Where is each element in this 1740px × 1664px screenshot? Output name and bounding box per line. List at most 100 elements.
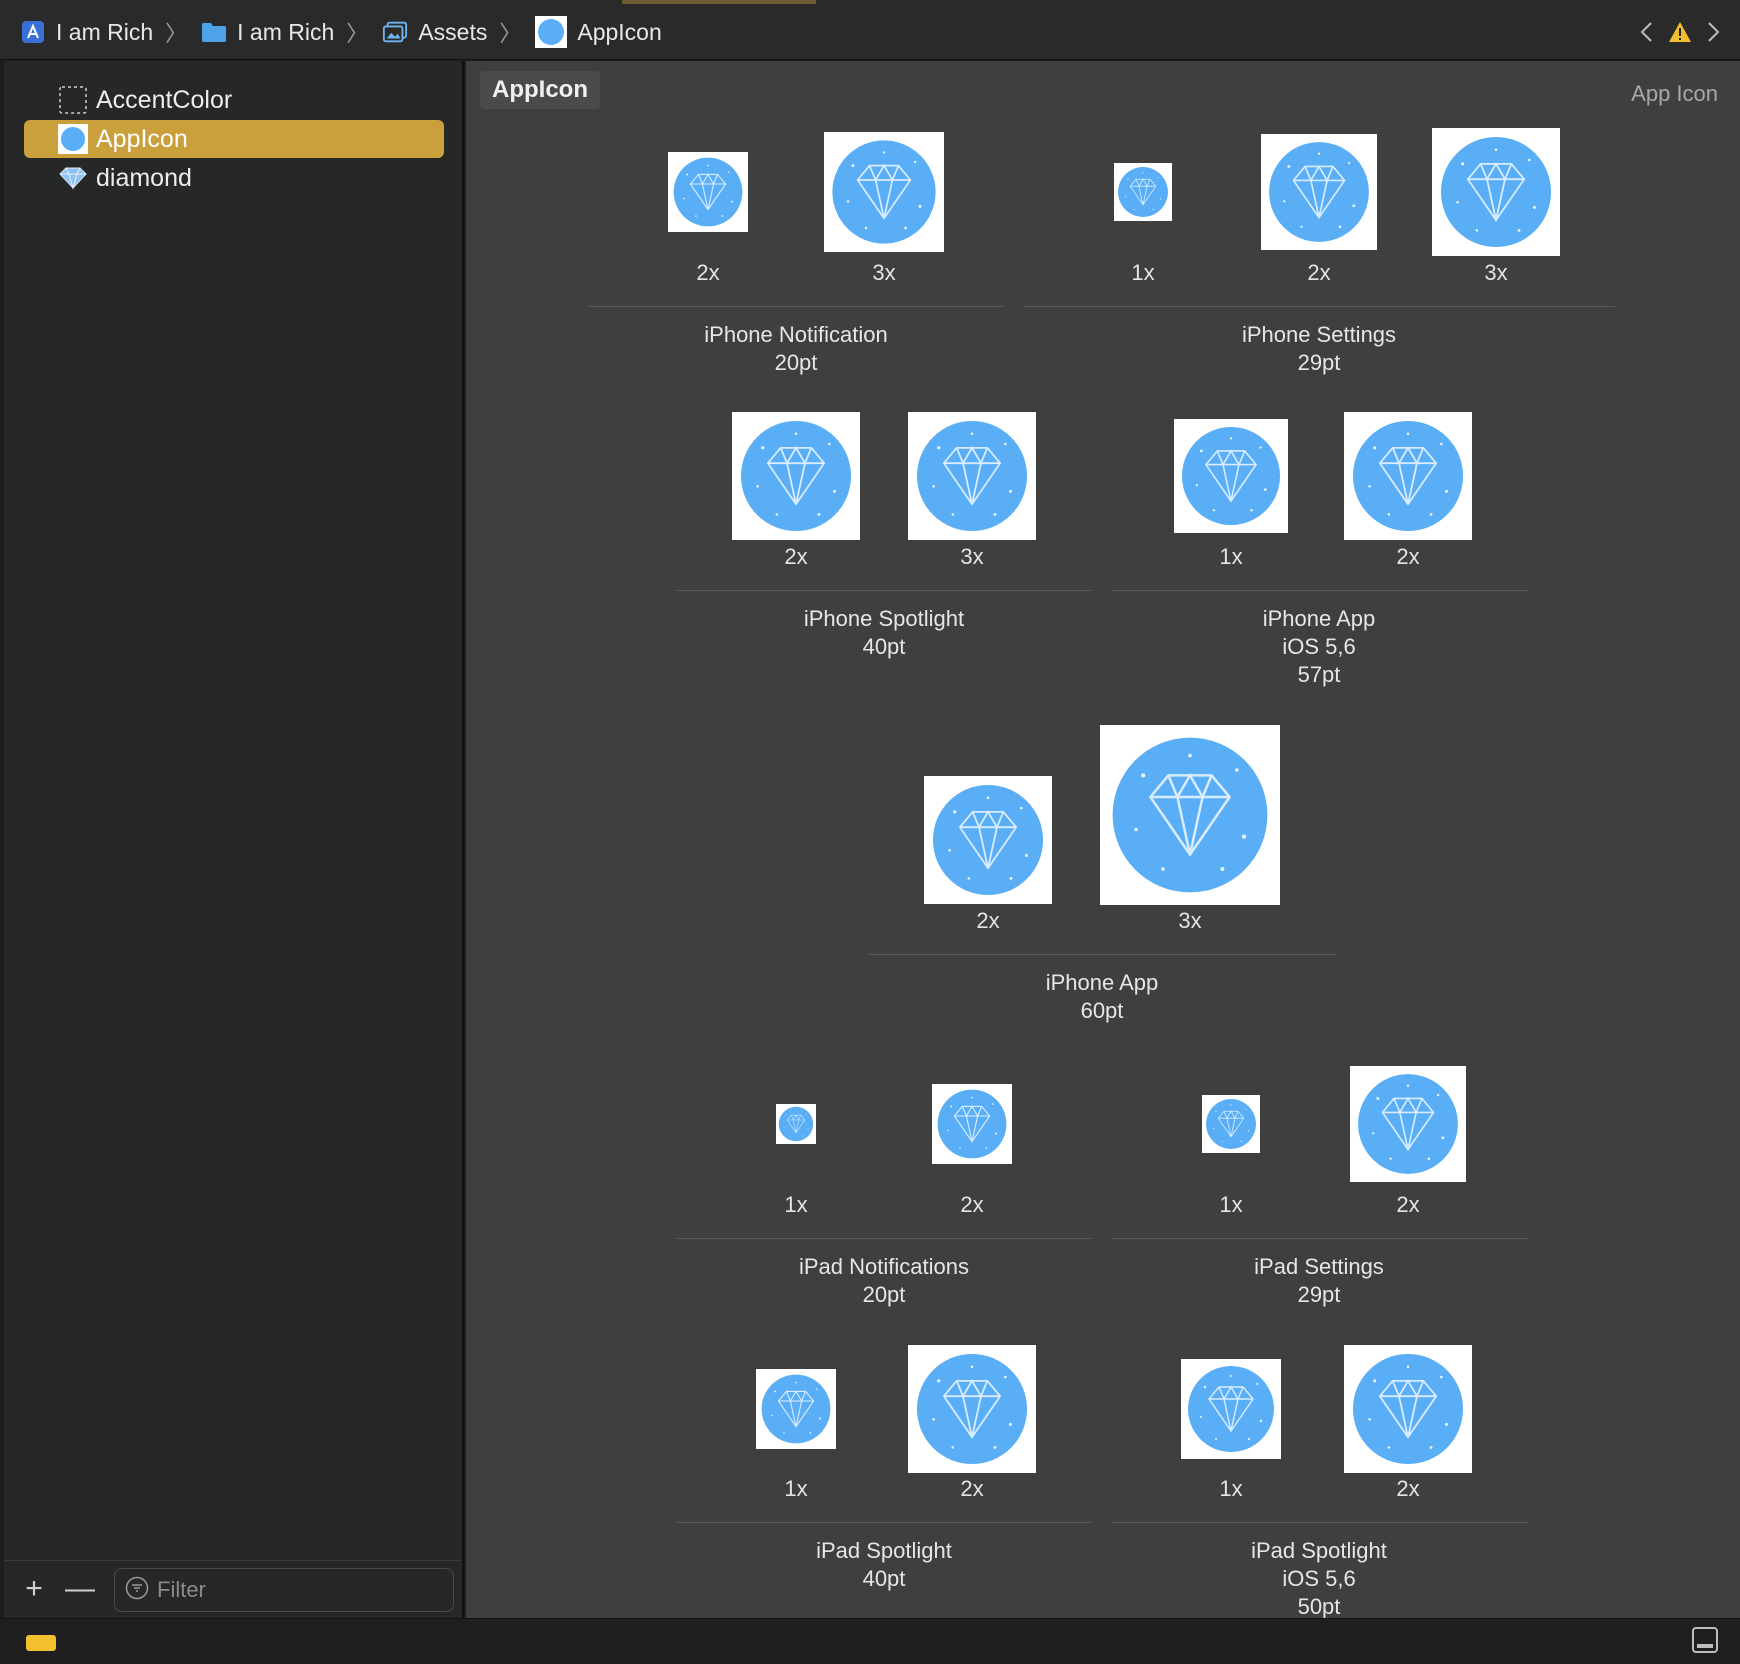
sidebar-item-diamond[interactable]: diamond xyxy=(24,159,444,197)
scale-label: 2x xyxy=(1396,544,1420,569)
asset-editor: AppIcon App Icon 2x 3x iPhone Notificatio… xyxy=(466,61,1740,1618)
app-icon-image-well[interactable] xyxy=(732,412,860,540)
app-icon-image-well[interactable] xyxy=(908,1345,1036,1473)
app-icon-image-well[interactable] xyxy=(1432,128,1560,256)
group-divider xyxy=(676,590,1092,591)
scale-label: 3x xyxy=(1178,908,1202,933)
breadcrumb-separator: 〉 xyxy=(165,21,188,46)
sidebar-item-appicon[interactable]: AppIcon xyxy=(24,120,444,158)
icon-group-detail: 50pt xyxy=(1297,1594,1341,1618)
app-icon-image-well[interactable] xyxy=(932,1084,1012,1164)
sidebar-item-label: AccentColor xyxy=(96,85,233,114)
app-icon-image-well[interactable] xyxy=(668,152,748,232)
sidebar-item-label: diamond xyxy=(96,163,192,192)
icon-group-label: iPhone Settings 29pt xyxy=(1119,321,1519,377)
app-icon-image-well[interactable] xyxy=(1114,163,1172,221)
scale-label: 2x xyxy=(1396,1476,1420,1501)
toggle-debug-area-icon[interactable] xyxy=(1692,1627,1718,1653)
scale-label: 2x xyxy=(1396,1192,1420,1217)
sidebar-item-accentcolor[interactable]: AccentColor xyxy=(24,81,444,119)
app-icon-image-well[interactable] xyxy=(756,1369,836,1449)
scale-label: 1x xyxy=(1219,1192,1243,1217)
icon-group-title: iPad Spotlight xyxy=(1251,1538,1387,1563)
breadcrumb-label: I am Rich xyxy=(56,18,154,45)
sidebar-item-label: AppIcon xyxy=(96,124,188,153)
scale-label: 2x xyxy=(976,908,1000,933)
icon-group-title: iPhone Settings xyxy=(1241,322,1397,347)
navigation-controls xyxy=(1634,18,1726,46)
group-divider xyxy=(1024,306,1615,307)
group-divider xyxy=(1112,1522,1528,1523)
app-icon-image-well[interactable] xyxy=(1174,419,1288,533)
add-asset-button[interactable]: + xyxy=(18,1572,50,1605)
group-divider xyxy=(588,306,1004,307)
icon-group-title: iPhone Notification xyxy=(704,322,888,347)
breadcrumb-appicon[interactable]: AppIcon xyxy=(535,16,662,48)
app-icon-image-well[interactable] xyxy=(1350,1066,1466,1182)
scale-label: 2x xyxy=(1307,260,1331,285)
icon-group-detail: 29pt xyxy=(1297,1282,1341,1307)
group-divider xyxy=(676,1238,1092,1239)
icon-group-title: iPad Notifications xyxy=(799,1254,969,1279)
icon-group-title: iPad Settings xyxy=(1254,1254,1384,1279)
remove-asset-button[interactable]: — xyxy=(64,1572,96,1605)
scale-label: 1x xyxy=(784,1192,808,1217)
diamond-icon xyxy=(58,163,88,193)
icon-group-detail: 60pt xyxy=(1080,998,1124,1023)
breadcrumb-label: I am Rich xyxy=(237,18,335,45)
app-icon-image-well[interactable] xyxy=(776,1104,816,1144)
filter-input[interactable] xyxy=(157,1577,437,1603)
asset-list-sidebar: AccentColor AppIcon diamond + — xyxy=(4,61,464,1618)
icon-group-title: iPhone App xyxy=(1045,970,1159,995)
icon-group-title: iPhone Spotlight xyxy=(803,606,965,631)
breadcrumb-separator: 〉 xyxy=(346,21,369,46)
icon-group-detail: iOS 5,6 xyxy=(1282,634,1356,659)
icon-group-title: iPhone App xyxy=(1262,606,1376,631)
breadcrumb-project[interactable]: I am Rich xyxy=(20,19,153,46)
icon-group-detail: 29pt xyxy=(1297,350,1341,375)
app-icon-image-well[interactable] xyxy=(1344,1345,1472,1473)
app-icon-image-well[interactable] xyxy=(1181,1359,1281,1459)
app-icon-image-well[interactable] xyxy=(824,132,944,252)
group-divider xyxy=(868,954,1336,955)
scale-label: 2x xyxy=(696,260,720,285)
asset-catalog-icon xyxy=(382,19,408,45)
icon-group-label: iPad Settings 29pt xyxy=(1119,1253,1519,1309)
app-icon-image-well[interactable] xyxy=(908,412,1036,540)
back-chevron-icon[interactable] xyxy=(1634,18,1658,46)
app-icon-image-well[interactable] xyxy=(924,776,1052,904)
scale-label: 3x xyxy=(960,544,984,569)
group-divider xyxy=(676,1522,1092,1523)
app-icon-image-well[interactable] xyxy=(1344,412,1472,540)
icon-group-detail: 40pt xyxy=(862,1566,906,1591)
jump-bar: I am Rich 〉 I am Rich 〉 Assets 〉 AppIcon xyxy=(0,0,1740,60)
icon-group-label: iPhone App iOS 5,6 57pt xyxy=(1119,605,1519,689)
scale-label: 1x xyxy=(784,1476,808,1501)
tag-indicator-icon xyxy=(26,1635,56,1651)
icon-group-detail: 57pt xyxy=(1297,662,1341,687)
status-bar xyxy=(0,1618,1740,1664)
app-icon-thumbnail xyxy=(535,16,568,48)
scale-label: 1x xyxy=(1131,260,1155,285)
folder-icon xyxy=(201,19,227,45)
active-tab-indicator xyxy=(622,0,816,4)
icon-group-detail: 20pt xyxy=(774,350,818,375)
icon-group-label: iPad Notifications 20pt xyxy=(684,1253,1084,1309)
scale-label: 1x xyxy=(1219,1476,1243,1501)
icon-group-detail: 20pt xyxy=(862,1282,906,1307)
app-icon-image-well[interactable] xyxy=(1202,1095,1260,1153)
forward-chevron-icon[interactable] xyxy=(1702,18,1726,46)
group-divider xyxy=(1112,1238,1528,1239)
color-set-icon xyxy=(58,85,88,115)
scale-label: 2x xyxy=(960,1192,984,1217)
icon-group-title: iPad Spotlight xyxy=(816,1538,952,1563)
icon-group-detail: 40pt xyxy=(862,634,906,659)
app-icon-image-well[interactable] xyxy=(1100,725,1280,905)
icon-group-label: iPad Spotlight 40pt xyxy=(684,1537,1084,1593)
warning-icon[interactable] xyxy=(1668,18,1692,46)
breadcrumb-assets[interactable]: Assets xyxy=(382,19,487,46)
app-icon-image-well[interactable] xyxy=(1261,134,1377,250)
asset-set-title: AppIcon xyxy=(480,71,600,109)
icon-group-label: iPhone Spotlight 40pt xyxy=(684,605,1084,661)
breadcrumb-folder[interactable]: I am Rich xyxy=(201,19,334,46)
